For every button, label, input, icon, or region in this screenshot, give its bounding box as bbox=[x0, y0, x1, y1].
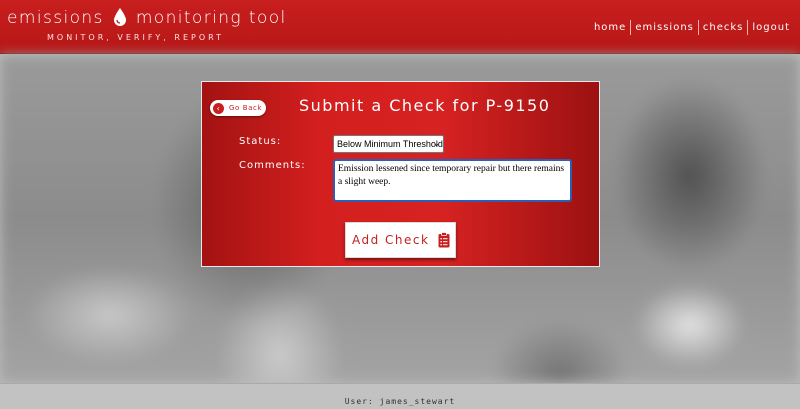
arrow-left-circle-icon: ‹ bbox=[213, 102, 224, 114]
go-back-button[interactable]: ‹ Go Back bbox=[210, 100, 266, 116]
nav-checks[interactable]: checks bbox=[699, 21, 748, 35]
comments-textarea[interactable]: Emission lessened since temporary repair… bbox=[333, 159, 572, 202]
nav-home[interactable]: home bbox=[590, 21, 630, 35]
chevron-down-icon: ⌄ bbox=[433, 139, 440, 148]
status-select-value: Below Minimum Threshold bbox=[337, 139, 443, 149]
droplet-icon bbox=[113, 8, 126, 26]
comments-label: Comments: bbox=[239, 160, 306, 171]
go-back-label: Go Back bbox=[229, 104, 263, 112]
app-title-right: monitoring tool bbox=[135, 8, 287, 28]
app-footer: User: james_stewart bbox=[0, 383, 800, 409]
app-header: emissions monitoring tool MONITOR, VERIF… bbox=[0, 0, 800, 54]
current-user-label: User: james_stewart bbox=[344, 397, 456, 406]
app-title-left: emissions bbox=[7, 8, 104, 28]
main-nav: home emissions checks logout bbox=[590, 20, 794, 35]
page-title: Submit a Check for P-9150 bbox=[299, 96, 551, 115]
nav-logout[interactable]: logout bbox=[748, 21, 794, 35]
submit-check-card: ‹ Go Back Submit a Check for P-9150 Stat… bbox=[201, 81, 600, 267]
status-select[interactable]: Below Minimum Threshold ⌄ bbox=[333, 135, 444, 153]
app-logo[interactable]: emissions monitoring tool bbox=[7, 8, 287, 28]
nav-emissions[interactable]: emissions bbox=[631, 21, 698, 35]
add-check-button[interactable]: Add Check bbox=[345, 222, 456, 258]
add-check-label: Add Check bbox=[352, 233, 430, 247]
status-label: Status: bbox=[239, 136, 282, 147]
clipboard-list-icon bbox=[438, 232, 450, 248]
app-tagline: MONITOR, VERIFY, REPORT bbox=[47, 33, 224, 42]
